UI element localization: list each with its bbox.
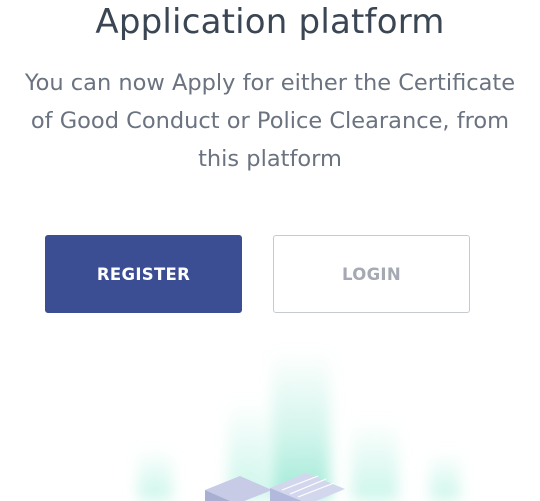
register-button-label: REGISTER xyxy=(96,264,191,284)
page-description: You can now Apply for either the Certifi… xyxy=(24,70,516,172)
login-button[interactable]: LOGIN xyxy=(273,235,470,313)
server-stack-illustration xyxy=(138,350,460,501)
register-button[interactable]: REGISTER xyxy=(45,235,242,313)
login-button-label: LOGIN xyxy=(342,264,401,284)
page-title: Application platform xyxy=(95,2,445,42)
